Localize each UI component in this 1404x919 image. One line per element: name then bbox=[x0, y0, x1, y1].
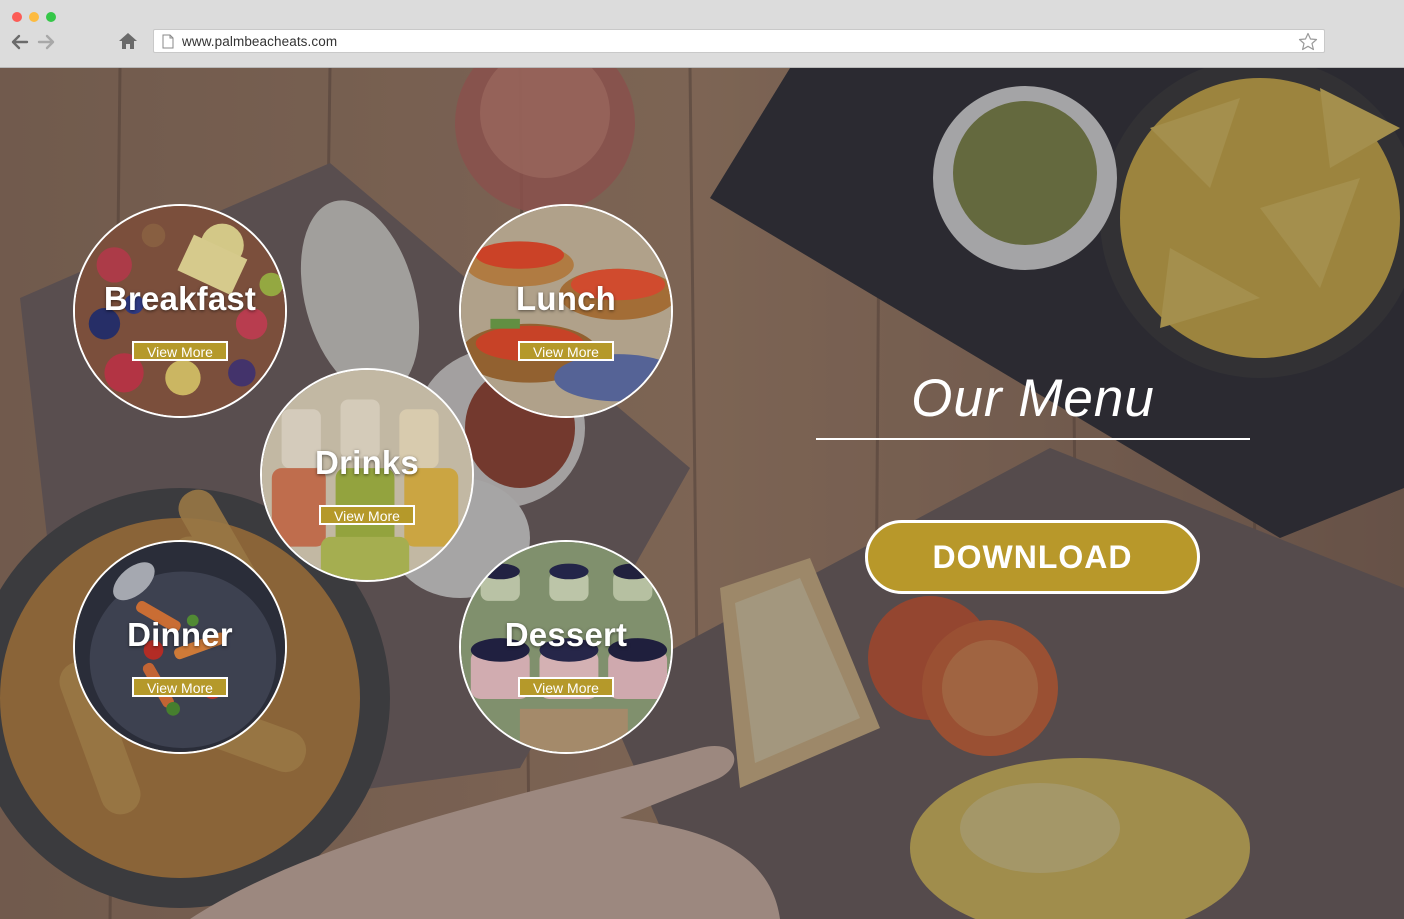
category-title: Breakfast bbox=[103, 280, 257, 317]
arrow-left-icon[interactable] bbox=[10, 33, 30, 51]
address-bar[interactable]: www.palmbeacheats.com bbox=[153, 29, 1325, 53]
page-viewport: Breakfast View More Lunch View More Drin… bbox=[0, 68, 1404, 919]
category-lunch[interactable]: Lunch View More bbox=[459, 204, 673, 418]
category-dinner[interactable]: Dinner View More bbox=[73, 540, 287, 754]
category-breakfast[interactable]: Breakfast View More bbox=[73, 204, 287, 418]
download-button[interactable]: DOWNLOAD bbox=[865, 520, 1200, 594]
category-title: Dessert bbox=[504, 616, 628, 653]
view-more-button[interactable]: View More bbox=[518, 677, 614, 697]
view-more-button[interactable]: View More bbox=[132, 341, 228, 361]
page-icon bbox=[162, 34, 174, 49]
star-icon[interactable] bbox=[1298, 32, 1318, 51]
title-divider bbox=[816, 438, 1250, 440]
view-more-button[interactable]: View More bbox=[319, 505, 415, 525]
category-title: Lunch bbox=[516, 280, 616, 317]
close-window-button[interactable] bbox=[12, 12, 22, 22]
url-text: www.palmbeacheats.com bbox=[182, 34, 338, 49]
dark-overlay bbox=[0, 68, 1404, 919]
category-title: Dinner bbox=[127, 616, 233, 653]
home-icon[interactable] bbox=[118, 32, 138, 50]
category-drinks[interactable]: Drinks View More bbox=[260, 368, 474, 582]
page-title: Our Menu bbox=[911, 369, 1155, 428]
maximize-window-button[interactable] bbox=[46, 12, 56, 22]
view-more-button[interactable]: View More bbox=[132, 677, 228, 697]
browser-toolbar: www.palmbeacheats.com bbox=[0, 0, 1404, 68]
view-more-button[interactable]: View More bbox=[518, 341, 614, 361]
category-dessert[interactable]: Dessert View More bbox=[459, 540, 673, 754]
category-title: Drinks bbox=[315, 444, 419, 481]
arrow-right-icon[interactable] bbox=[36, 33, 56, 51]
minimize-window-button[interactable] bbox=[29, 12, 39, 22]
